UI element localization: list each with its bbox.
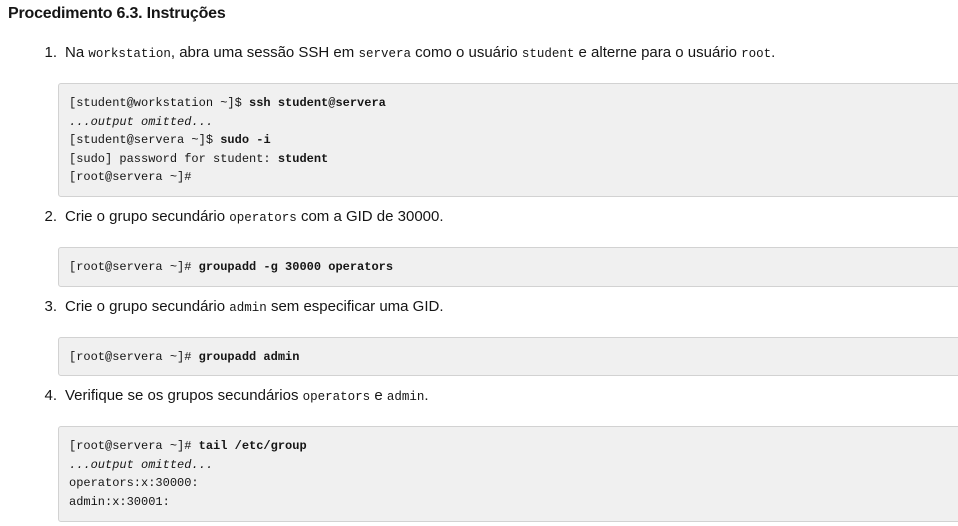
step-3-instruction: 3. Crie o grupo secundário admin sem espe… [30,298,444,315]
step-4-instruction: 4. Verifique se os grupos secundários ope… [30,387,429,404]
code-line: ...output omitted... [69,456,958,475]
prompt-text: [root@servera ~]# [69,170,192,184]
code-line: [root@servera ~]# [69,168,958,187]
code-line: admin:x:30001: [69,493,958,512]
code-line: [root@servera ~]# tail /etc/group [69,437,958,456]
code-line: operators:x:30000: [69,474,958,493]
code-line: ...output omitted... [69,113,958,132]
procedure-title: Procedimento 6.3. Instruções [8,5,226,22]
inline-code: operators [229,211,297,225]
inline-code: admin [229,301,267,315]
instruction-text: Verifique se os grupos secundários [65,387,303,404]
step-1-code-block: [student@workstation ~]$ ssh student@ser… [58,83,958,197]
instruction-text: sem especificar uma GID. [266,298,444,315]
prompt-text: admin:x:30001: [69,494,170,509]
step-number: 2. [44,208,57,225]
omitted-output-text: ...output omitted... [69,114,214,129]
step-number: 3. [44,298,57,315]
command-text: groupadd admin [198,350,300,364]
step-2-instruction: 2. Crie o grupo secundário operators com … [30,208,444,225]
command-text: ssh student@servera [249,96,386,110]
command-text: groupadd -g 30000 operators [198,260,394,274]
omitted-output-text: ...output omitted... [69,457,214,472]
code-line: [root@servera ~]# groupadd -g 30000 oper… [69,258,958,277]
instruction-text: com a GID de 30000. [296,208,444,225]
inline-code: admin [386,390,425,404]
step-number: 4. [44,387,57,404]
step-2-code-block: [root@servera ~]# groupadd -g 30000 oper… [58,247,958,287]
inline-code: operators [302,390,371,404]
command-text: sudo -i [220,133,271,147]
instruction-text: como o usuário [410,44,522,61]
inline-code: servera [358,47,411,61]
step-4-code-block: [root@servera ~]# tail /etc/group ...outp… [58,426,958,522]
instruction-text: e alterne para o usuário [574,44,742,61]
prompt-text: [sudo] password for student: [69,151,278,166]
inline-code: workstation [88,47,171,61]
prompt-text: [student@workstation ~]$ [69,96,250,110]
code-line: [student@workstation ~]$ ssh student@ser… [69,94,958,113]
step-1-instruction: 1. Na workstation, abra uma sessão SSH em… [30,44,775,61]
command-text: tail /etc/group [198,439,307,453]
code-line: [root@servera ~]# groupadd admin [69,348,958,367]
code-line: [student@servera ~]$ sudo -i [69,131,958,150]
inline-code: root [741,47,772,61]
prompt-text: operators:x:30000: [69,476,199,490]
instruction-text: e [370,387,387,404]
prompt-text: [student@servera ~]$ [69,133,221,147]
prompt-text: [root@servera ~]# [69,350,199,364]
instruction-text: Crie o grupo secundário [65,298,230,315]
instruction-text: Na [65,44,89,61]
prompt-text: [root@servera ~]# [69,260,199,274]
inline-code: student [521,47,575,61]
instruction-text: . [424,387,429,404]
command-text: student [277,151,329,166]
prompt-text: [root@servera ~]# [69,439,199,453]
step-3-code-block: [root@servera ~]# groupadd admin [58,337,958,376]
step-number: 1. [44,44,57,61]
code-line: [sudo] password for student: student [69,150,958,169]
instruction-text: , abra uma sessão SSH em [170,44,359,61]
instruction-text: Crie o grupo secundário [65,208,230,225]
instruction-text: . [771,44,776,61]
